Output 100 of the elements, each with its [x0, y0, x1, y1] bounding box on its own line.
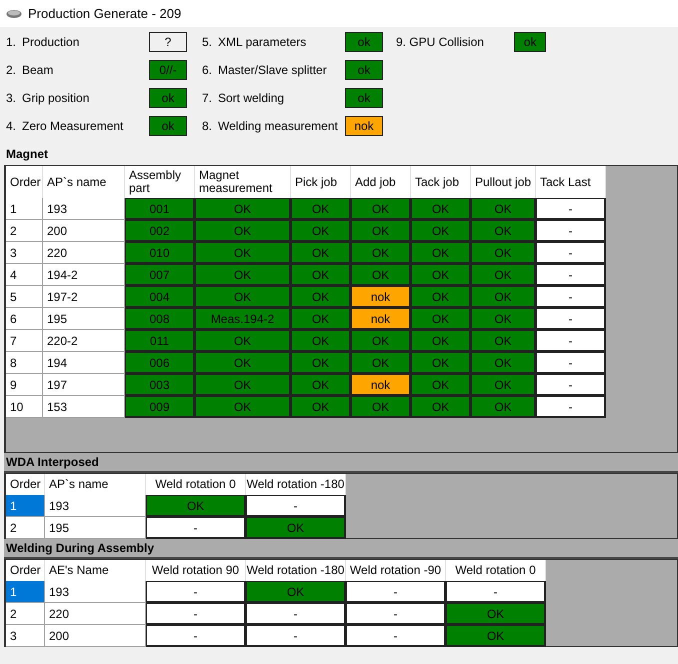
table-cell: 220-2	[43, 330, 125, 352]
status-indicator: ok	[345, 32, 383, 52]
status-cell: nok	[351, 374, 411, 396]
table-cell: 195	[43, 308, 125, 330]
order-cell[interactable]: 2	[6, 603, 45, 625]
status-indicator: 0//-	[149, 60, 187, 80]
table-cell: 153	[43, 396, 125, 418]
status-cell: OK	[351, 396, 411, 418]
check-label: Beam	[22, 63, 54, 77]
status-cell: -	[346, 625, 446, 647]
status-cell: OK	[411, 396, 471, 418]
status-cell: -	[536, 396, 606, 418]
status-cell: OK	[291, 220, 351, 242]
table-cell: 197-2	[43, 286, 125, 308]
status-cell: OK	[471, 396, 536, 418]
order-cell[interactable]: 9	[6, 374, 43, 396]
status-cell: -	[346, 603, 446, 625]
status-cell: -	[536, 308, 606, 330]
status-cell: OK	[246, 517, 346, 539]
status-cell: 007	[125, 264, 195, 286]
status-cell: OK	[411, 220, 471, 242]
status-indicator: ok	[345, 88, 383, 108]
status-indicator: ok	[149, 88, 187, 108]
status-cell: OK	[291, 242, 351, 264]
status-cell: OK	[411, 286, 471, 308]
order-cell[interactable]: 5	[6, 286, 43, 308]
table-cell: 220	[43, 242, 125, 264]
status-cell: nok	[351, 308, 411, 330]
order-cell[interactable]: 1	[6, 495, 45, 517]
status-cell: OK	[351, 220, 411, 242]
table-cell: 194-2	[43, 264, 125, 286]
order-cell[interactable]: 7	[6, 330, 43, 352]
status-cell: OK	[471, 308, 536, 330]
status-cell: 003	[125, 374, 195, 396]
status-cell: 010	[125, 242, 195, 264]
table-cell: 220	[45, 603, 146, 625]
status-cell: -	[246, 625, 346, 647]
status-cell: 002	[125, 220, 195, 242]
status-cell: OK	[291, 264, 351, 286]
status-cell: OK	[471, 374, 536, 396]
order-cell[interactable]: 1	[6, 198, 43, 220]
status-cell: OK	[446, 603, 546, 625]
check-label: Zero Measurement	[22, 119, 124, 133]
status-cell: 001	[125, 198, 195, 220]
order-cell[interactable]: 6	[6, 308, 43, 330]
table-cell: 200	[45, 625, 146, 647]
order-cell[interactable]: 4	[6, 264, 43, 286]
status-cell: OK	[411, 264, 471, 286]
status-cell: OK	[291, 198, 351, 220]
status-cell: OK	[146, 495, 246, 517]
table-cell: 193	[45, 581, 146, 603]
status-cell: -	[536, 352, 606, 374]
status-cell: OK	[411, 330, 471, 352]
table-cell: 193	[45, 495, 146, 517]
status-indicator: ?	[149, 32, 187, 52]
status-cell: OK	[471, 330, 536, 352]
status-cell: -	[146, 625, 246, 647]
status-cell: OK	[471, 198, 536, 220]
status-cell: -	[146, 581, 246, 603]
status-cell: OK	[195, 220, 291, 242]
column-header[interactable]: Weld rotation -180	[246, 474, 346, 495]
status-cell: 004	[125, 286, 195, 308]
check-number: 6.	[202, 63, 214, 77]
status-cell: OK	[351, 198, 411, 220]
status-cell: OK	[471, 286, 536, 308]
status-cell: -	[146, 517, 246, 539]
status-cell: 009	[125, 396, 195, 418]
order-cell[interactable]: 3	[6, 625, 45, 647]
order-cell[interactable]: 10	[6, 396, 43, 418]
column-header[interactable]: Weld rotation -180	[246, 560, 346, 581]
order-cell[interactable]: 8	[6, 352, 43, 374]
status-cell: OK	[195, 396, 291, 418]
status-cell: OK	[195, 286, 291, 308]
order-cell[interactable]: 2	[6, 517, 45, 539]
status-cell: OK	[351, 330, 411, 352]
status-cell: -	[536, 198, 606, 220]
table-cell: 200	[43, 220, 125, 242]
status-indicator: ok	[149, 116, 187, 136]
status-cell: -	[536, 374, 606, 396]
status-cell: OK	[411, 242, 471, 264]
order-cell[interactable]: 2	[6, 220, 43, 242]
status-cell: 006	[125, 352, 195, 374]
status-cell: OK	[291, 396, 351, 418]
status-cell: OK	[291, 308, 351, 330]
status-cell: OK	[411, 308, 471, 330]
status-cell: OK	[291, 330, 351, 352]
order-cell[interactable]: 3	[6, 242, 43, 264]
status-cell: OK	[195, 242, 291, 264]
status-cell: OK	[351, 264, 411, 286]
status-cell: OK	[411, 352, 471, 374]
section-title: Magnet	[5, 146, 49, 163]
status-cell: -	[536, 264, 606, 286]
order-cell[interactable]: 1	[6, 581, 45, 603]
check-label: Production	[22, 35, 80, 49]
status-cell: nok	[351, 286, 411, 308]
check-label: Welding measurement	[218, 119, 339, 133]
status-cell: -	[346, 581, 446, 603]
status-cell: OK	[195, 264, 291, 286]
check-number: 3.	[6, 91, 18, 105]
status-cell: OK	[471, 264, 536, 286]
